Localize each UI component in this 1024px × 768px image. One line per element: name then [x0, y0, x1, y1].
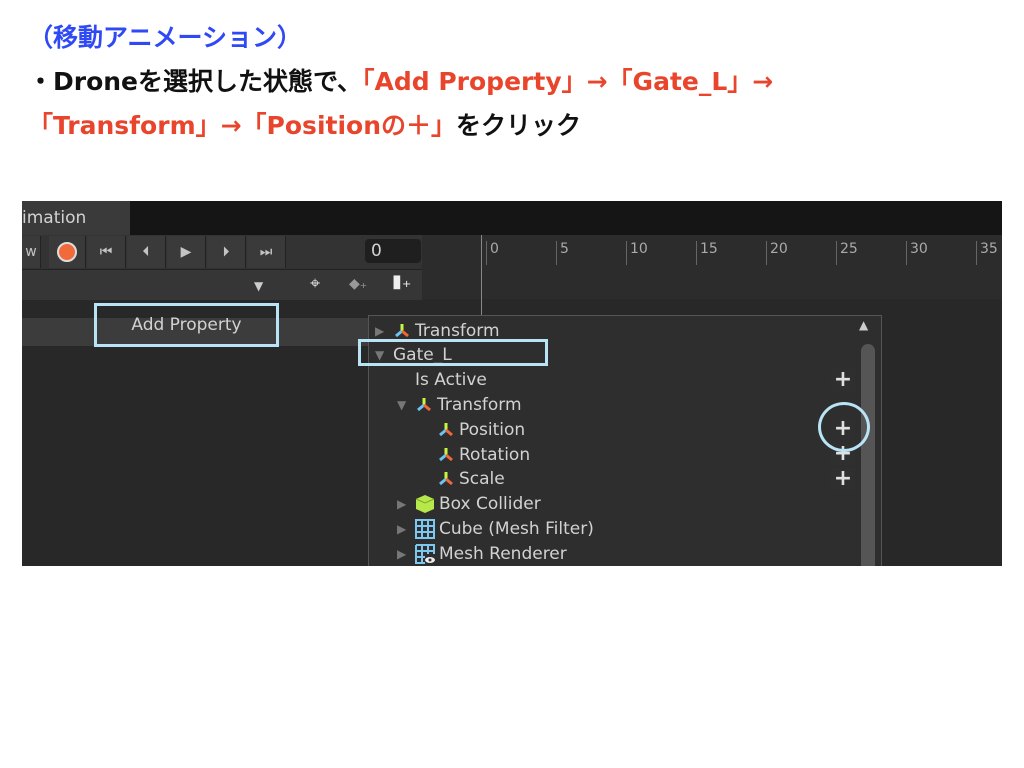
add-property-button[interactable]: Add Property [94, 303, 279, 347]
transform-icon [393, 322, 411, 340]
preview-button[interactable]: w [22, 236, 41, 268]
record-button[interactable] [49, 236, 86, 268]
ruler-tick-label: 5 [556, 241, 569, 265]
property-item-scale[interactable]: Scale [369, 467, 505, 492]
gate-l-callout [358, 339, 548, 366]
collapsed-arrow-icon[interactable]: ▶ [397, 497, 415, 511]
tab-animation[interactable]: imation [22, 201, 130, 235]
property-label: Transform [415, 320, 500, 341]
property-item-is-active[interactable]: Is Active [369, 368, 487, 393]
box-collider-icon [415, 494, 435, 514]
transform-icon [415, 396, 433, 414]
animation-window-screenshot: imation w ⏮ ⏴ ▶ ⏵ ⏭ 0 ▼ ⌖ ◆₊ ▮₊ 0 5 10 15 20… [22, 201, 1002, 566]
collapsed-arrow-icon[interactable]: ▶ [375, 324, 393, 338]
ruler-tick-label: 25 [836, 241, 858, 265]
property-label: Transform [437, 394, 522, 415]
add-scale-plus-button[interactable]: + [831, 467, 855, 490]
last-key-button[interactable]: ⏭ [247, 236, 286, 268]
ruler-tick-label: 0 [486, 241, 499, 265]
ruler-tick-label: 20 [766, 241, 788, 265]
instruction-highlight: 「Transform」→「Positionの＋」 [28, 111, 457, 140]
next-key-button[interactable]: ⏵ [207, 236, 246, 268]
property-item-transform[interactable]: ▼ Transform [369, 392, 522, 417]
property-item-position[interactable]: Position [369, 417, 525, 442]
slide-heading: （移動アニメーション） [28, 23, 303, 52]
property-item-mesh-renderer[interactable]: ▶ Mesh Renderer [369, 541, 567, 566]
add-keyframe-icon[interactable]: ◆₊ [349, 276, 367, 292]
mesh-filter-icon [415, 518, 435, 539]
clip-dropdown-arrow-icon[interactable]: ▼ [254, 279, 263, 293]
ruler-tick-label: 30 [906, 241, 928, 265]
instruction-text: ・Droneを選択した状態で、 [28, 67, 363, 96]
instruction-text: をクリック [456, 111, 582, 140]
add-event-icon[interactable]: ▮₊ [392, 271, 411, 292]
expanded-arrow-icon[interactable]: ▼ [397, 398, 415, 412]
property-label: Position [459, 419, 526, 440]
ruler-tick-label: 15 [696, 241, 718, 265]
first-key-button[interactable]: ⏮ [87, 236, 126, 268]
property-item-box-collider[interactable]: ▶ Box Collider [369, 492, 541, 517]
transform-icon [437, 421, 455, 439]
property-label: Cube (Mesh Filter) [439, 518, 594, 539]
property-item-cube-mesh-filter-[interactable]: ▶ Cube (Mesh Filter) [369, 516, 594, 541]
record-icon [57, 242, 77, 262]
keyframe-target-icon[interactable]: ⌖ [310, 273, 320, 294]
frame-field[interactable]: 0 [365, 239, 421, 263]
property-item-rotation[interactable]: Rotation [369, 442, 530, 467]
scroll-up-icon[interactable]: ▲ [859, 318, 868, 332]
instruction-highlight: 「Add Property」→「Gate_L」→ [362, 67, 774, 96]
play-button[interactable]: ▶ [167, 236, 206, 268]
position-plus-callout [818, 402, 870, 452]
collapsed-arrow-icon[interactable]: ▶ [397, 522, 415, 536]
scrollbar[interactable] [861, 344, 875, 566]
mesh-renderer-icon [415, 543, 435, 564]
prev-key-button[interactable]: ⏴ [127, 236, 166, 268]
ruler-tick-label: 35 [976, 241, 998, 265]
property-label: Is Active [415, 370, 487, 391]
transform-icon [437, 446, 455, 464]
instruction-line-1: ・Droneを選択した状態で、「Add Property」→「Gate_L」→ [28, 62, 773, 98]
add-is-active-plus-button[interactable]: + [831, 368, 855, 391]
property-label: Box Collider [439, 494, 541, 515]
instruction-line-2: 「Transform」→「Positionの＋」をクリック [28, 106, 581, 142]
property-label: Mesh Renderer [439, 543, 567, 564]
property-label: Scale [459, 469, 505, 490]
transform-icon [437, 470, 455, 488]
property-label: Rotation [459, 444, 531, 465]
ruler-tick-label: 10 [626, 241, 648, 265]
collapsed-arrow-icon[interactable]: ▶ [397, 547, 415, 561]
